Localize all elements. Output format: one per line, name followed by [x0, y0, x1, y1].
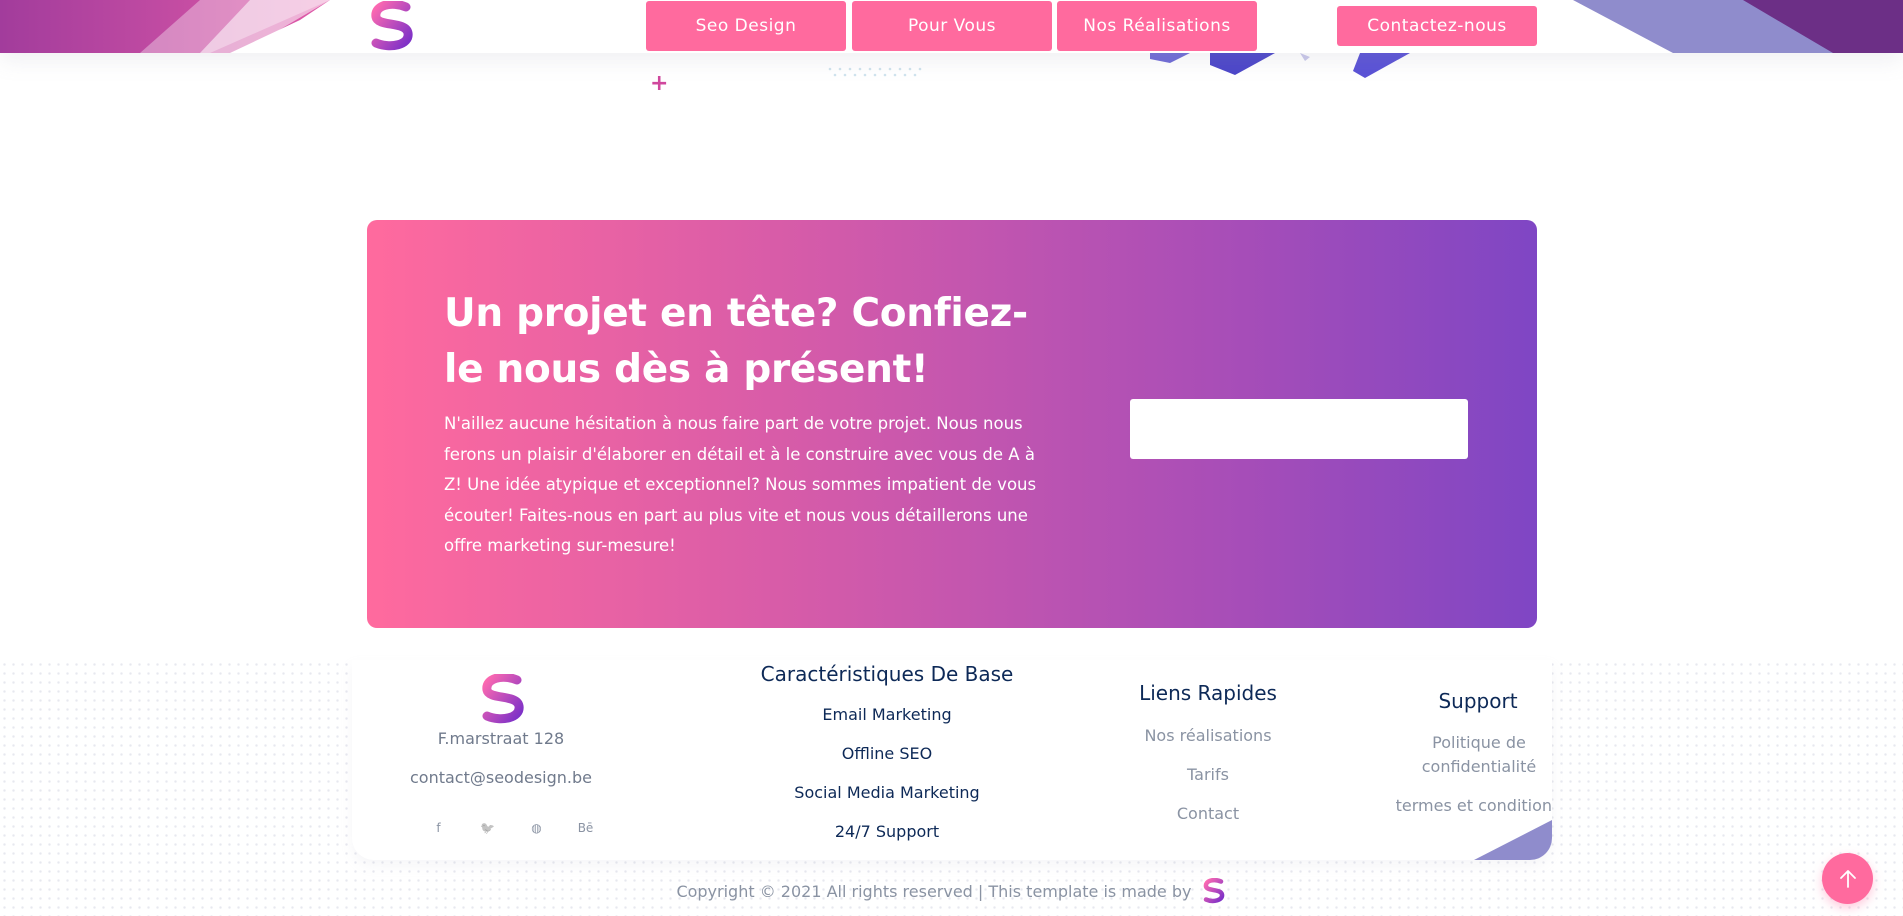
template-author-logo[interactable]	[1201, 878, 1227, 904]
nav-pour-vous[interactable]: Pour Vous	[852, 1, 1052, 51]
quick-link[interactable]: Contact	[1047, 802, 1369, 826]
header-decoration-left	[0, 0, 330, 53]
footer-email[interactable]: contact@seodesign.be	[352, 768, 650, 787]
arrow-up-icon	[1839, 869, 1856, 888]
copyright: Copyright © 2021 All rights reserved | T…	[0, 878, 1903, 904]
facebook-icon[interactable]: f	[414, 818, 463, 838]
footer-corner-decoration	[1474, 820, 1552, 860]
contact-button[interactable]: Contactez-nous	[1337, 6, 1537, 46]
footer: F.marstraat 128 contact@seodesign.be f 🐦…	[352, 660, 1552, 860]
behance-icon[interactable]: Bē	[561, 818, 610, 838]
features-link[interactable]: Offline SEO	[722, 744, 1052, 763]
cta-input-field[interactable]	[1130, 399, 1468, 459]
quick-link[interactable]: Tarifs	[1047, 763, 1369, 787]
features-title: Caractéristiques De Base	[760, 662, 1014, 686]
features-link[interactable]: Social Media Marketing	[722, 783, 1052, 802]
copyright-text: Copyright © 2021 All rights reserved | T…	[676, 882, 1192, 901]
site-header: Seo Design Pour Vous Nos Réalisations Co…	[0, 0, 1903, 53]
site-logo[interactable]	[366, 1, 418, 51]
features-link[interactable]: Email Marketing	[722, 705, 1052, 724]
cta-banner: Un projet en tête? Confiez-le nous dès à…	[367, 220, 1537, 628]
support-title: Support	[1438, 689, 1518, 713]
cta-description: N'aillez aucune hésitation à nous faire …	[444, 414, 1037, 555]
features-link[interactable]: 24/7 Support	[722, 822, 1052, 841]
quick-link[interactable]: Nos réalisations	[1047, 724, 1369, 748]
globe-icon[interactable]: ◍	[512, 818, 561, 838]
footer-address: F.marstraat 128	[437, 729, 565, 748]
support-link[interactable]: Politique de confidentialité	[1404, 731, 1552, 779]
twitter-icon[interactable]: 🐦	[463, 818, 512, 838]
social-links: f 🐦 ◍ Bē	[414, 818, 610, 838]
header-decoration-right	[1573, 0, 1903, 53]
nav-seo-design[interactable]: Seo Design	[646, 1, 846, 51]
nav-nos-realisations[interactable]: Nos Réalisations	[1057, 1, 1257, 51]
back-to-top-button[interactable]	[1822, 853, 1873, 904]
cta-title: Un projet en tête? Confiez-le nous dès à…	[444, 291, 1028, 392]
svg-text:+: +	[650, 71, 668, 93]
support-link[interactable]: termes et conditions	[1332, 794, 1552, 818]
footer-logo[interactable]	[477, 674, 529, 724]
quick-links-title: Liens Rapides	[1139, 681, 1277, 705]
hero-decoration: +	[650, 53, 1410, 93]
